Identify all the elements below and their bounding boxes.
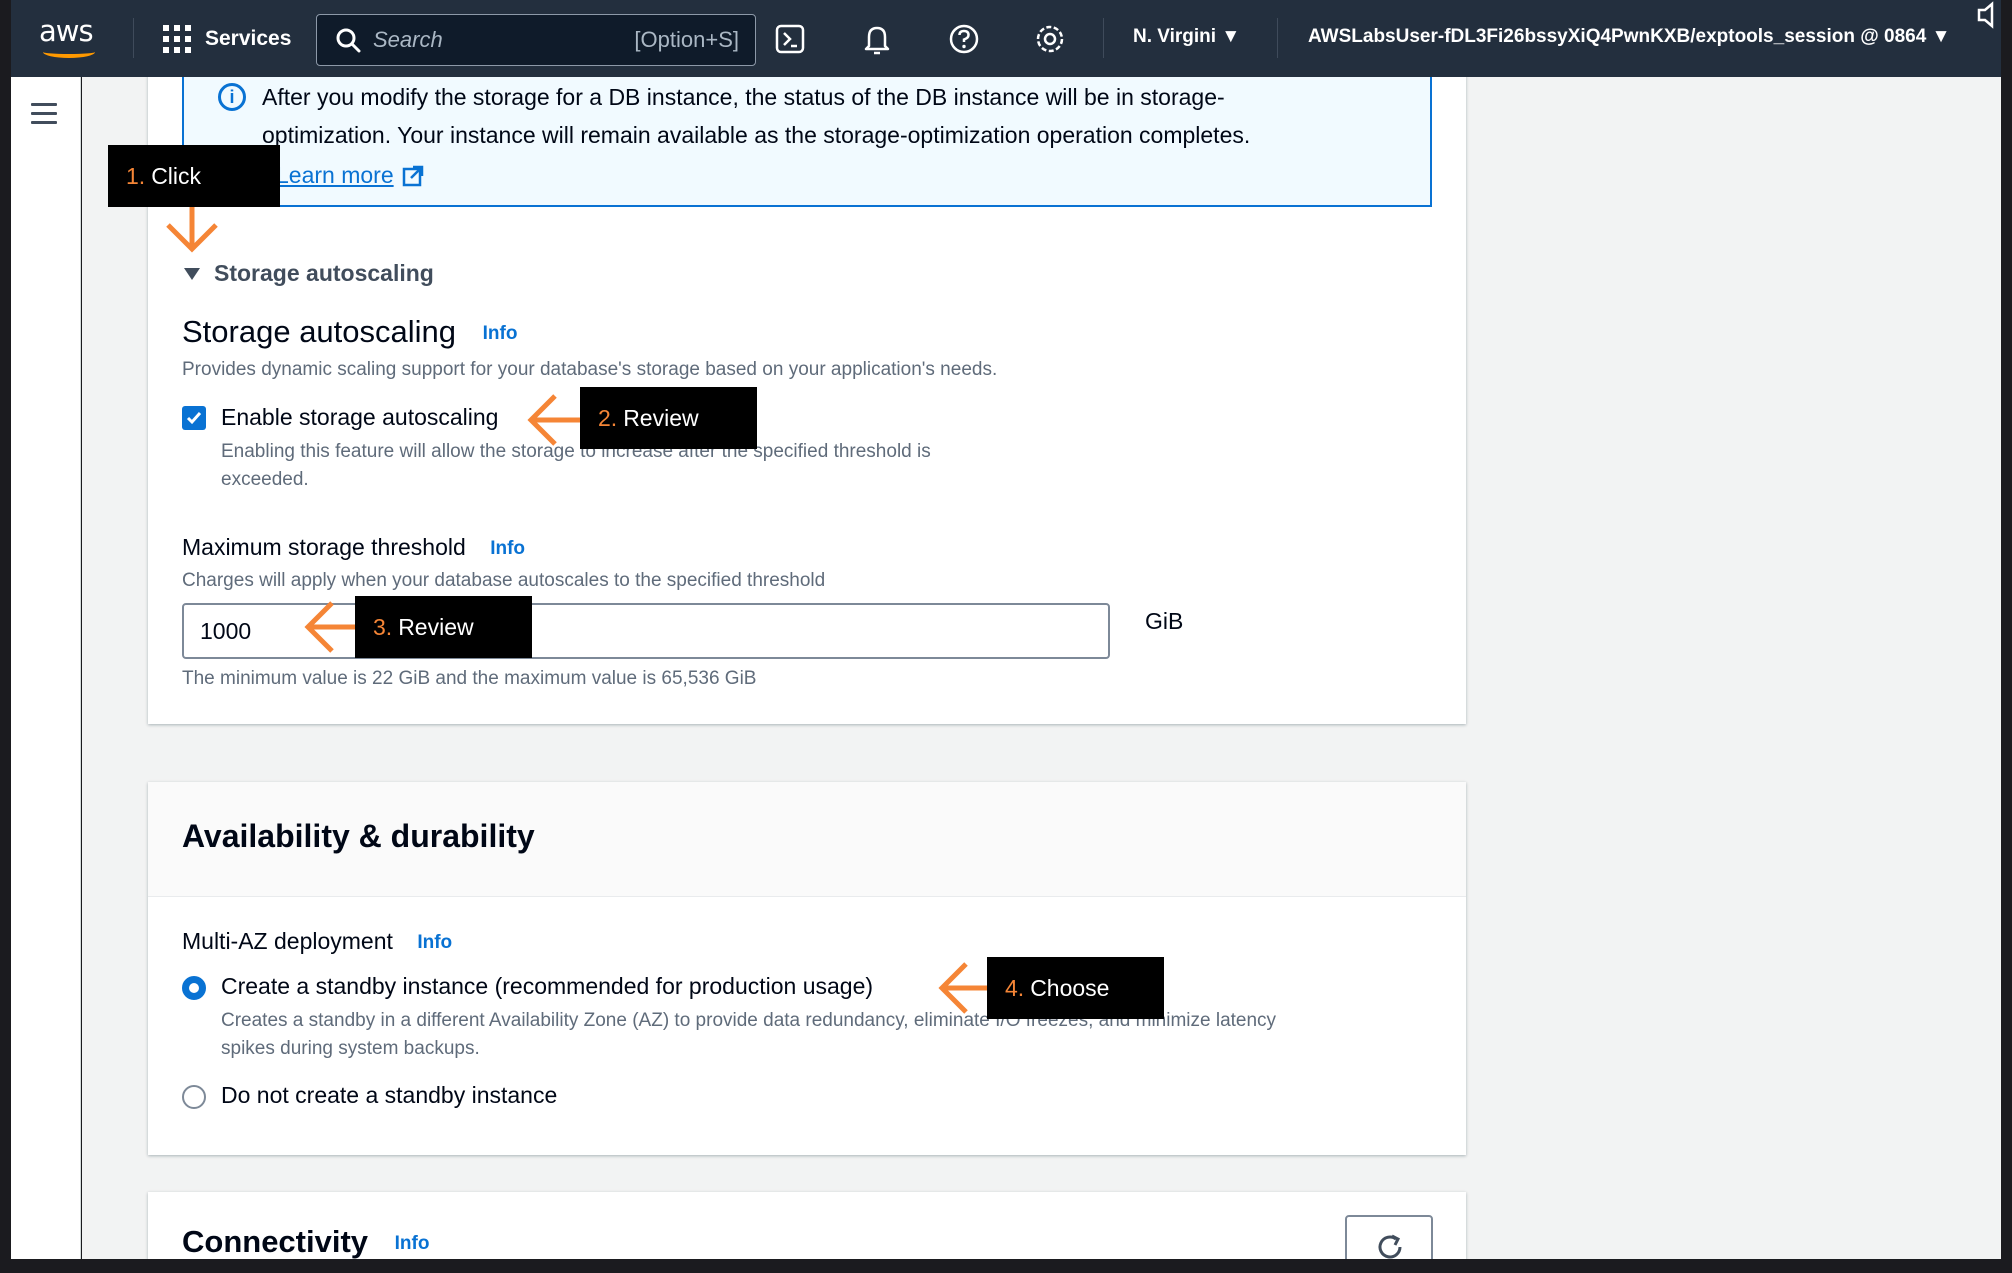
availability-title: Availability & durability <box>182 818 535 854</box>
info-alert: i After you modify the storage for a DB … <box>182 77 1432 207</box>
callout-number: 3. <box>373 613 393 640</box>
multi-az-label: Multi-AZ deployment <box>182 928 393 954</box>
callout-step-4: 4. Choose <box>987 957 1164 1019</box>
account-menu[interactable]: AWSLabsUser-fDL3Fi26bssyXiQ4PwnKXB/expto… <box>1308 26 1950 48</box>
callout-text: Review <box>623 404 699 431</box>
nav-divider <box>1103 18 1104 58</box>
availability-header: Availability & durability <box>148 782 1466 897</box>
callout-number: 2. <box>598 404 618 431</box>
info-circle-icon: i <box>218 83 246 111</box>
threshold-description: Charges will apply when your database au… <box>182 570 826 591</box>
callout-step-2: 2. Review <box>580 387 757 449</box>
search-placeholder: Search <box>373 27 443 52</box>
info-alert-line-2: optimization. Your instance will remain … <box>262 122 1251 148</box>
arrow-down-icon <box>166 207 218 253</box>
bottom-strip <box>0 1259 2012 1273</box>
arrow-left-icon <box>304 601 362 653</box>
learn-more-label: Learn more <box>276 162 394 188</box>
storage-autoscaling-title: Storage autoscaling <box>182 314 457 349</box>
screen: aws Services Search [Option+S] N. Virgin… <box>0 0 2012 1273</box>
aws-smile-icon <box>43 46 95 58</box>
search-shortcut: [Option+S] <box>634 27 739 52</box>
no-standby-radio[interactable] <box>182 1085 206 1109</box>
connectivity-info-link[interactable]: Info <box>395 1233 430 1254</box>
enable-autoscaling-checkbox[interactable] <box>182 406 206 430</box>
storage-autoscaling-heading: Storage autoscaling Info <box>182 314 517 350</box>
callout-step-3: 3. Review <box>355 596 532 658</box>
callout-step-1: 1. Click <box>108 145 280 207</box>
callout-number: 4. <box>1005 974 1025 1001</box>
checkmark-icon <box>186 412 202 425</box>
multi-az-info-link[interactable]: Info <box>417 932 452 953</box>
speaker-icon <box>1977 1 1994 29</box>
caret-down-icon <box>184 267 200 280</box>
side-navigation-rail <box>11 77 81 1259</box>
search-icon <box>336 28 361 53</box>
connectivity-title: Connectivity <box>182 1224 369 1259</box>
arrow-left-icon <box>527 394 585 446</box>
threshold-info-link[interactable]: Info <box>490 538 525 559</box>
external-link-icon <box>402 165 423 186</box>
standby-option-help-2: spikes during system backups. <box>221 1038 480 1059</box>
region-selector[interactable]: N. Virgini ▼ <box>1133 26 1240 48</box>
services-label: Services <box>205 27 292 50</box>
learn-more-link[interactable]: Learn more <box>276 162 424 189</box>
grid-icon <box>163 25 191 53</box>
callout-text: Click <box>151 162 202 189</box>
storage-autoscaling-expander[interactable]: Storage autoscaling <box>184 260 434 287</box>
services-menu-button[interactable]: Services <box>163 22 291 56</box>
aws-logo-text: aws <box>39 14 94 48</box>
enable-autoscaling-label[interactable]: Enable storage autoscaling <box>221 404 498 431</box>
no-standby-option-label[interactable]: Do not create a standby instance <box>221 1082 557 1109</box>
help-icon[interactable] <box>947 22 981 56</box>
cloudshell-icon[interactable] <box>773 22 807 56</box>
main-content: i After you modify the storage for a DB … <box>82 77 2001 1259</box>
refresh-button[interactable] <box>1345 1215 1433 1259</box>
threshold-constraint: The minimum value is 22 GiB and the maxi… <box>182 668 757 689</box>
multi-az-heading: Multi-AZ deployment Info <box>182 928 452 955</box>
standby-option-label[interactable]: Create a standby instance (recommended f… <box>221 973 873 1000</box>
storage-autoscaling-info-link[interactable]: Info <box>483 323 518 344</box>
top-navigation: aws Services Search [Option+S] N. Virgin… <box>11 0 2001 77</box>
nav-divider <box>133 18 134 58</box>
search-input[interactable]: Search [Option+S] <box>316 14 756 66</box>
unit-label: GiB <box>1145 608 1184 634</box>
nav-divider <box>1277 18 1278 58</box>
threshold-label: Maximum storage threshold <box>182 534 466 560</box>
settings-gear-icon[interactable] <box>1033 22 1067 56</box>
expander-label: Storage autoscaling <box>214 260 434 286</box>
threshold-heading: Maximum storage threshold Info <box>182 534 525 561</box>
menu-hamburger-icon[interactable] <box>31 103 57 125</box>
connectivity-heading: Connectivity Info <box>182 1224 429 1259</box>
enable-autoscaling-help-2: exceeded. <box>221 469 309 490</box>
info-alert-line-1: After you modify the storage for a DB in… <box>262 84 1225 110</box>
storage-autoscaling-description: Provides dynamic scaling support for you… <box>182 359 998 380</box>
notifications-bell-icon[interactable] <box>860 22 894 56</box>
standby-radio-selected[interactable] <box>182 976 206 1000</box>
aws-logo[interactable]: aws <box>39 16 105 60</box>
callout-number: 1. <box>126 162 146 189</box>
refresh-icon <box>1378 1234 1402 1259</box>
callout-text: Choose <box>1030 974 1110 1001</box>
callout-text: Review <box>398 613 474 640</box>
